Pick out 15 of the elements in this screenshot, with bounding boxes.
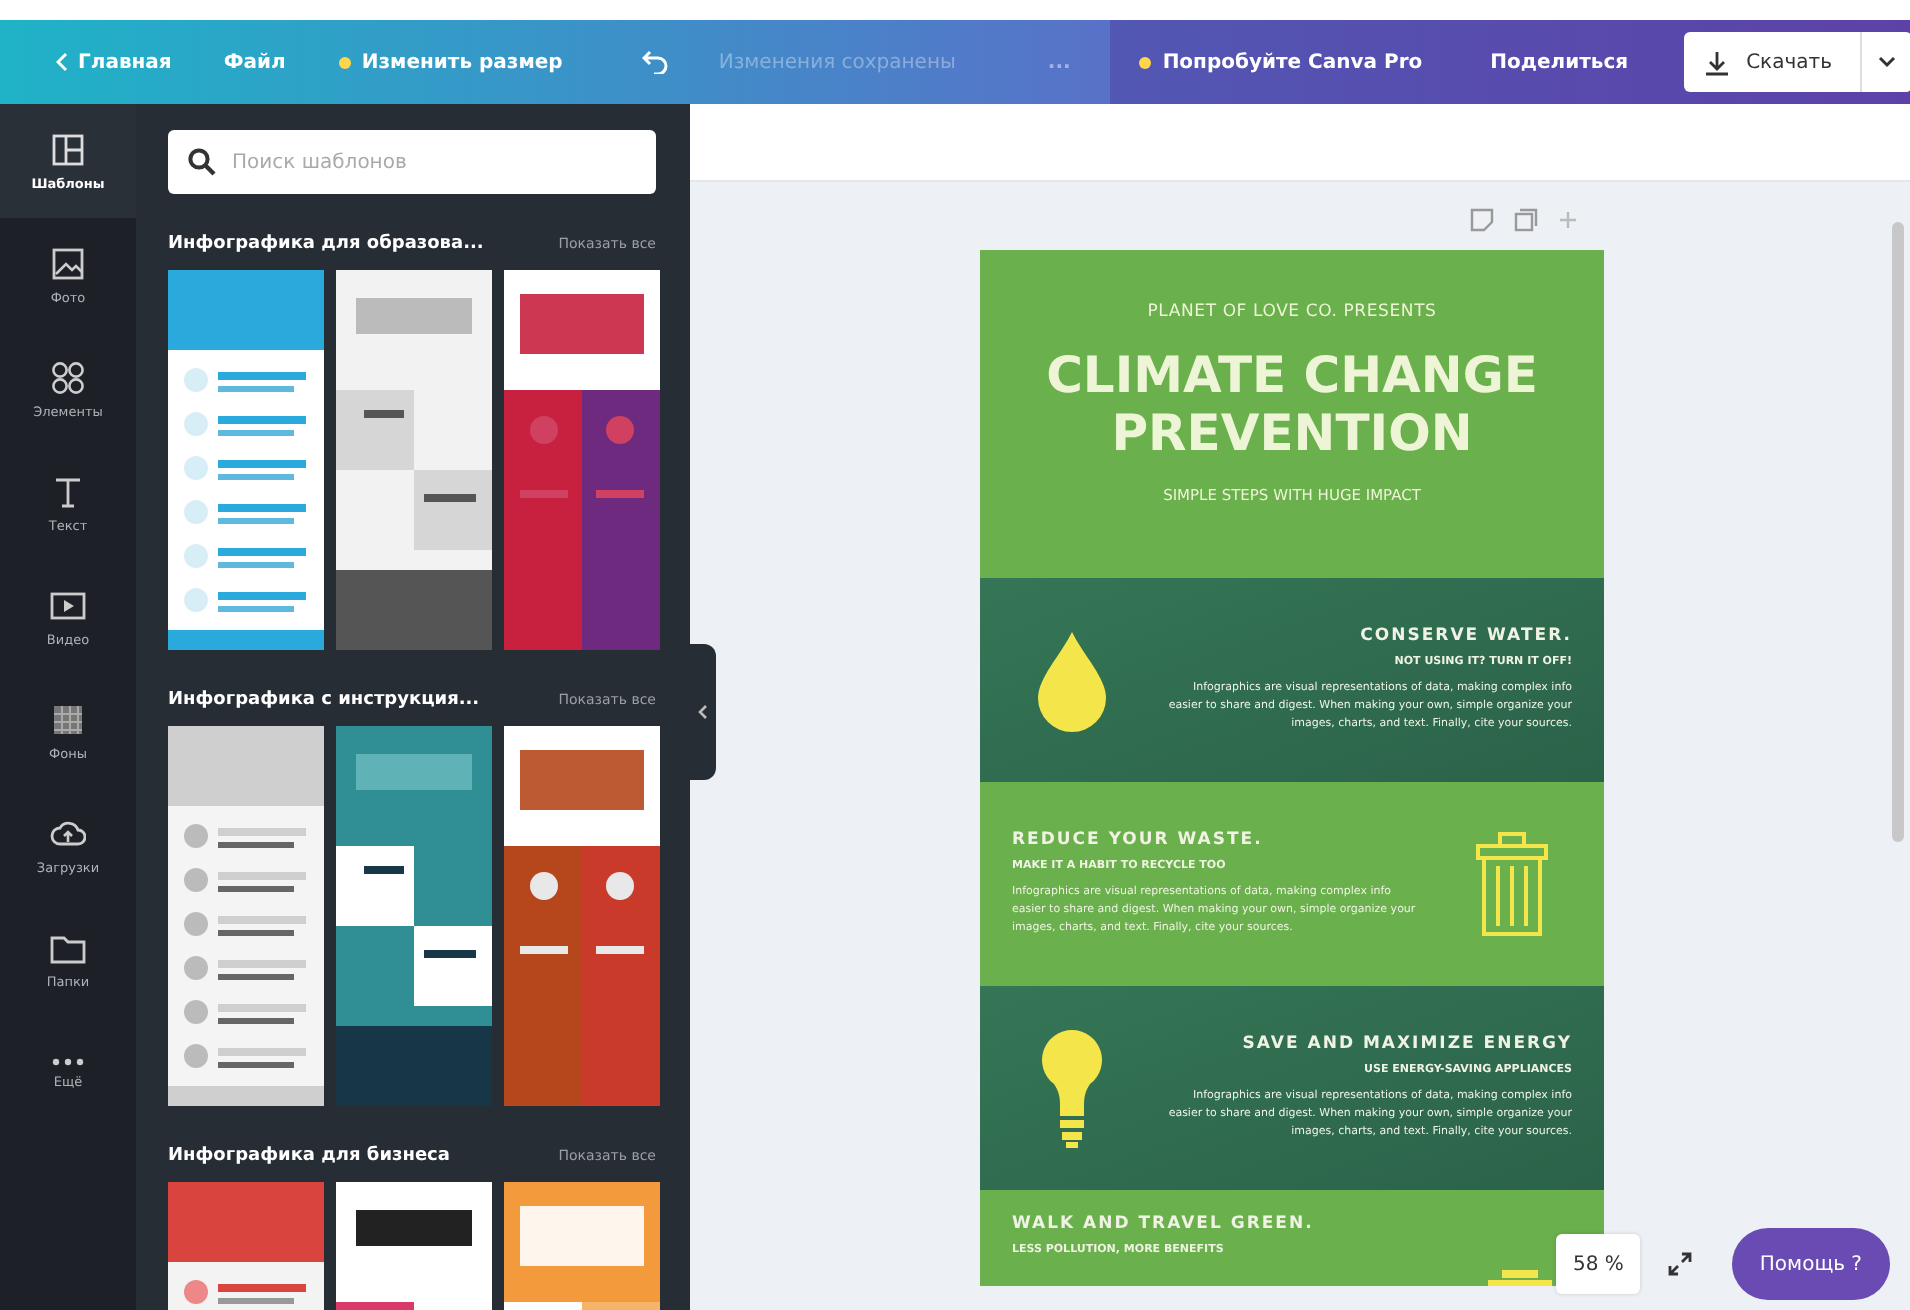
zoom-level-button[interactable]: 58 % (1556, 1234, 1640, 1294)
section-title: Инфографика с инструкция... (168, 690, 480, 710)
presenter-text: PLANET OF LOVE CO. PRESENTS (1147, 302, 1437, 322)
help-button[interactable]: Помощь ? (1731, 1228, 1890, 1300)
infographic-title: CLIMATE CHANGE PREVENTION (1044, 346, 1540, 462)
tip-title: WALK AND TRAVEL GREEN. (1012, 1214, 1316, 1234)
section-title: Инфографика для образова... (168, 234, 484, 254)
tip-title: CONSERVE WATER. (1358, 626, 1572, 646)
tip-title: SAVE AND MAXIMIZE ENERGY (1240, 1034, 1572, 1054)
search-field[interactable]: Поиск шаблонов (168, 130, 656, 194)
try-pro-button[interactable]: Попробуйте Canva Pro (1126, 32, 1435, 92)
tip-title: REDUCE YOUR WASTE. (1012, 830, 1265, 850)
download-button[interactable]: Скачать (1684, 32, 1860, 92)
share-button[interactable]: Поделиться (1470, 32, 1649, 92)
section-title: Инфографика для бизнеса (168, 1146, 450, 1166)
